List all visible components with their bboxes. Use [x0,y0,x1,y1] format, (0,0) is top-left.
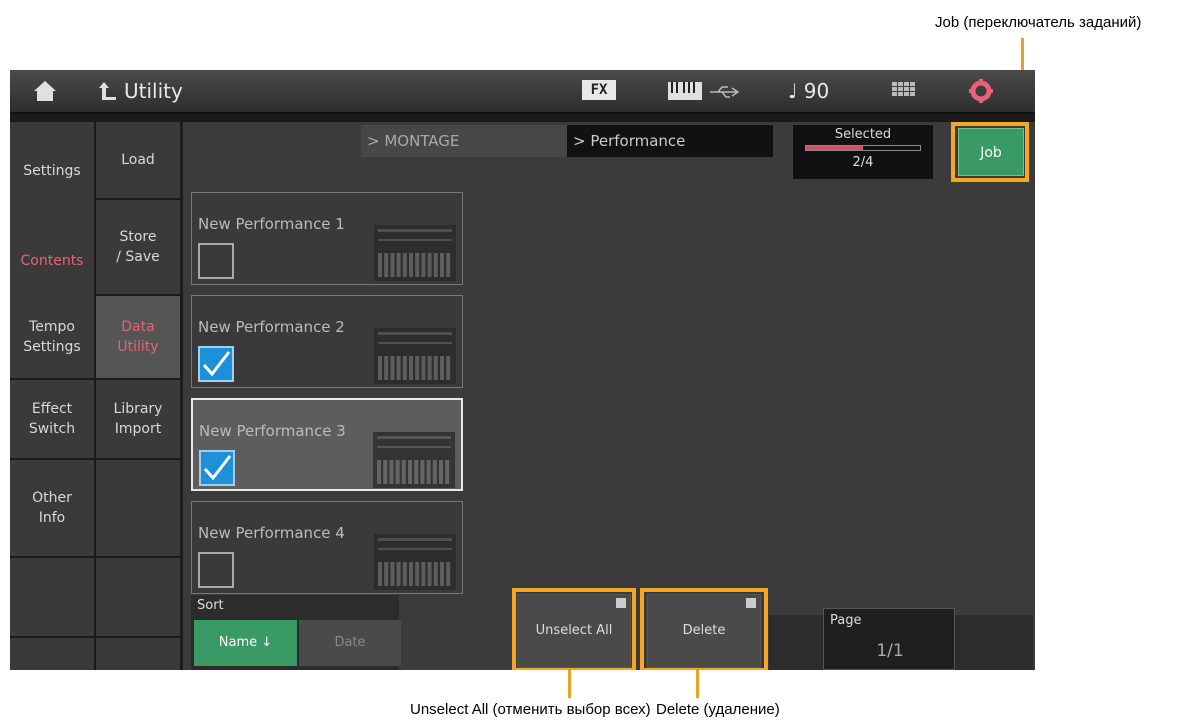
nav-data-utility[interactable]: Data Utility [96,296,180,380]
performance-thumbnail [374,328,456,384]
home-icon[interactable] [32,79,58,103]
performance-thumbnail [373,432,455,488]
performance-thumbnail [374,534,456,590]
sort-panel: Sort Name ↓ Date [191,595,401,670]
selected-bar-track [805,145,921,151]
usb-icon [708,84,740,98]
sort-date-button[interactable]: Date [299,620,401,666]
nav-library-import[interactable]: Library Import [96,380,180,460]
selected-indicator: Selected 2/4 [793,125,933,179]
performance-name: New Performance 4 [198,524,345,542]
callout-delete-line [696,670,699,698]
breadcrumb-montage[interactable]: > MONTAGE [361,125,567,157]
callout-job-label: Job (переключатель заданий) [935,14,1142,31]
selected-label: Selected [834,127,892,142]
selected-count: 2/4 [852,155,874,170]
performance-thumbnail [374,225,456,281]
performance-checkbox[interactable] [199,450,235,486]
nav-tempo-settings[interactable]: Tempo Settings [10,296,94,380]
nav-empty-1 [10,558,94,638]
page-label: Page [830,613,862,628]
play-icon [616,598,626,608]
callout-delete-label: Delete (удаление) [656,701,780,718]
breadcrumb-performance[interactable]: > Performance [567,125,773,157]
unselect-all-button[interactable]: Unselect All [517,594,631,668]
callout-unselect-label: Unselect All (отменить выбор всех) [410,701,651,718]
job-button[interactable]: Job [958,128,1024,176]
nav-empty-2 [10,638,94,670]
nav-effect-switch[interactable]: Effect Switch [10,380,94,460]
tempo-display: ♩ 90 [788,79,830,103]
play-icon [746,598,756,608]
nav-load[interactable]: Load [96,122,180,200]
performance-name: New Performance 3 [199,422,346,440]
performance-checkbox[interactable] [198,346,234,382]
callout-unselect-line [568,670,571,698]
nav-store-save[interactable]: Store / Save [96,200,180,296]
synth-screen: Utility FX ♩ 90 Settings Contents Tempo … [10,70,1035,670]
nav-settings[interactable]: Settings [10,122,94,221]
performance-card[interactable]: New Performance 4 [191,501,463,594]
nav-empty-5 [96,638,180,670]
page-indicator: Page 1/1 [823,608,955,670]
back-arrow-icon[interactable] [98,80,118,102]
performance-card[interactable]: New Performance 1 [191,192,463,285]
nav-empty-4 [96,558,180,638]
grid-icon[interactable] [892,82,916,100]
delete-button[interactable]: Delete [647,594,761,668]
fx-indicator: FX [582,80,616,100]
performance-checkbox[interactable] [198,552,234,588]
sort-name-button[interactable]: Name ↓ [194,620,297,666]
performance-name: New Performance 2 [198,318,345,336]
checkmark-icon [202,351,231,377]
sort-label: Sort [197,598,224,613]
checkmark-icon [203,455,232,481]
page-value: 1/1 [876,641,904,661]
keyboard-icon [668,82,702,100]
gear-icon[interactable] [968,78,994,104]
page-title: Utility [124,79,183,103]
performance-name: New Performance 1 [198,215,345,233]
performance-checkbox[interactable] [198,243,234,279]
performance-card[interactable]: New Performance 2 [191,295,463,388]
nav-empty-3 [96,460,180,558]
performance-card[interactable]: New Performance 3 [191,398,463,491]
selected-bar-fill [806,146,863,150]
main-panel: > MONTAGE > Performance Selected 2/4 Job… [183,122,1035,670]
nav-other-info[interactable]: Other Info [10,460,94,558]
top-bar: Utility FX ♩ 90 [10,70,1035,114]
